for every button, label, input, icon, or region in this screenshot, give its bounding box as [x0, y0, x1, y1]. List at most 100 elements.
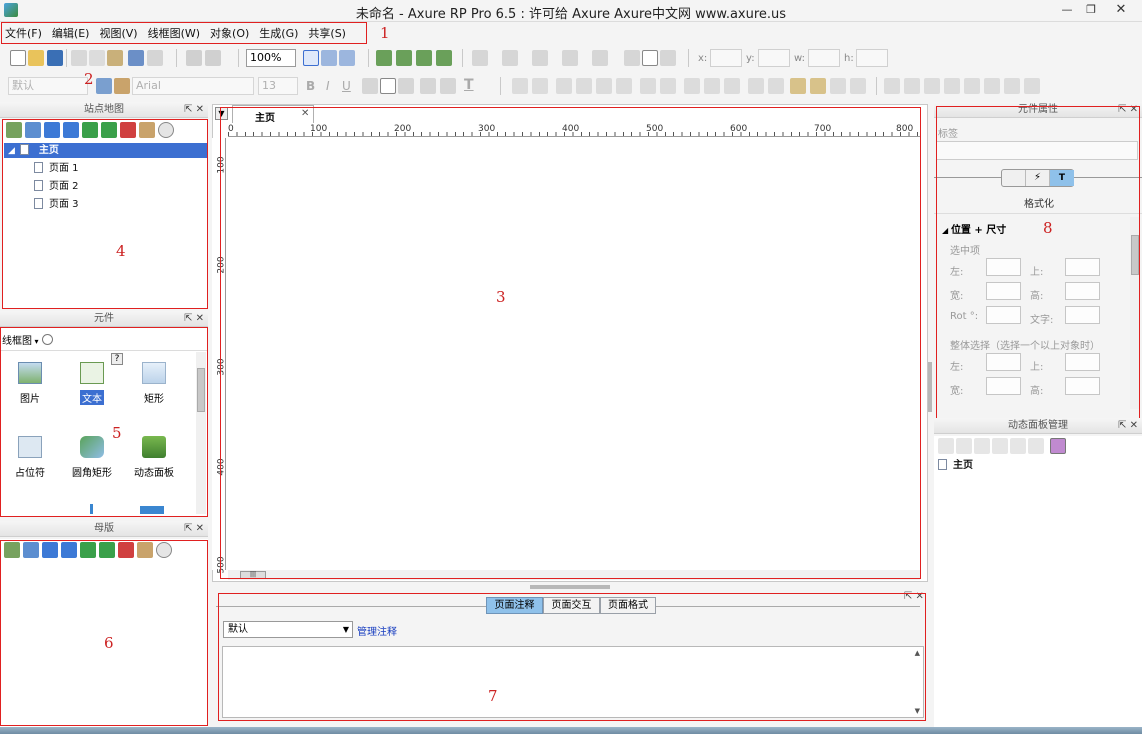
scroll-up-icon[interactable]: ▲ [915, 649, 920, 657]
panel-filter-icon[interactable] [1050, 438, 1066, 454]
paste-icon[interactable] [107, 50, 123, 66]
widget-dynamic-panel[interactable]: 动态面板 [129, 436, 179, 479]
sitemap-page-item[interactable]: 页面 3 [34, 197, 79, 212]
arrange-icon[interactable] [512, 78, 528, 94]
widgets-scrollbar[interactable] [196, 352, 206, 514]
move-down-icon[interactable] [61, 542, 77, 558]
menu-wireframe[interactable]: 线框图(W) [143, 22, 205, 41]
line-width-icon[interactable] [532, 50, 548, 66]
line-style-icon[interactable] [562, 50, 578, 66]
add-state-icon[interactable] [938, 438, 954, 454]
tab-page-interactions[interactable]: 页面交互 [543, 597, 600, 614]
scroll-thumb[interactable] [197, 368, 205, 412]
splitter-handle[interactable] [530, 585, 610, 589]
format-painter-icon[interactable] [114, 78, 130, 94]
fill-color-icon[interactable] [472, 50, 488, 66]
properties-scrollbar[interactable] [1130, 217, 1140, 409]
new-file-icon[interactable] [10, 50, 26, 66]
align-objects-icon[interactable] [660, 78, 676, 94]
x-input[interactable] [710, 49, 742, 67]
select-mode-icon[interactable] [186, 50, 202, 66]
manage-notes-link[interactable]: 管理注释 [357, 623, 397, 638]
widget-rounded-rect[interactable]: 圆角矩形 [67, 436, 117, 479]
group-top-input[interactable] [1065, 353, 1100, 371]
hide-icon[interactable] [830, 78, 846, 94]
sitemap-page-item[interactable]: 页面 2 [34, 179, 79, 194]
outdent-icon[interactable] [99, 542, 115, 558]
align-objects-icon[interactable] [724, 78, 740, 94]
style-dropdown[interactable]: 默认 [8, 77, 88, 95]
pointer-tool-icon[interactable] [303, 50, 319, 66]
group-icon[interactable] [416, 50, 432, 66]
position-size-section-header[interactable]: ◢ 位置 + 尺寸 [942, 221, 1006, 236]
align-objects-icon[interactable] [748, 78, 764, 94]
group-width-input[interactable] [986, 377, 1021, 395]
widget-search-icon[interactable] [42, 334, 53, 345]
notes-text-area[interactable]: ▲ ▼ [222, 646, 924, 718]
widget-text[interactable]: 文本 [67, 362, 117, 405]
widget-library-dropdown[interactable]: 线框图 ▾ [2, 332, 39, 347]
panel-pin-close-icon[interactable]: ⇱ ✕ [184, 521, 204, 536]
duplicate-state-icon[interactable] [956, 438, 972, 454]
menu-view[interactable]: 视图(V) [94, 22, 142, 41]
hscroll-thumb[interactable]: ||| [240, 571, 266, 579]
arrow-style-icon[interactable] [592, 50, 608, 66]
panel-pin-close-icon[interactable]: ⇱ ✕ [184, 311, 204, 326]
align-objects-icon[interactable] [556, 78, 572, 94]
label-input[interactable] [936, 141, 1138, 160]
add-master-icon[interactable] [4, 542, 20, 558]
cut-icon[interactable] [71, 50, 87, 66]
add-folder-icon[interactable] [23, 542, 39, 558]
align-right-icon[interactable] [398, 78, 414, 94]
delete-page-icon[interactable] [120, 122, 136, 138]
left-input[interactable] [986, 258, 1021, 276]
y-input[interactable] [758, 49, 790, 67]
canvas-area[interactable] [212, 104, 928, 582]
bring-forward-icon[interactable] [376, 50, 392, 66]
group-left-input[interactable] [986, 353, 1021, 371]
connector-tool-icon[interactable] [339, 50, 355, 66]
move-down-icon[interactable] [992, 438, 1008, 454]
size-icon[interactable] [1024, 78, 1040, 94]
align-objects-icon[interactable] [596, 78, 612, 94]
align-objects-icon[interactable] [704, 78, 720, 94]
size-icon[interactable] [1004, 78, 1020, 94]
merge-icon[interactable] [964, 78, 980, 94]
menu-object[interactable]: 对象(O) [205, 22, 254, 41]
sitemap-root-item[interactable]: ◢ 主页 [4, 143, 208, 158]
add-page-icon[interactable] [6, 122, 22, 138]
table-col-icon[interactable] [924, 78, 940, 94]
rename-icon[interactable] [139, 122, 155, 138]
edit-state-icon[interactable] [1028, 438, 1044, 454]
bullet-icon[interactable] [420, 78, 436, 94]
bold-button[interactable]: B [306, 79, 315, 93]
distribute-icon[interactable] [532, 78, 548, 94]
menu-edit[interactable]: 编辑(E) [47, 22, 95, 41]
align-left-icon[interactable] [362, 78, 378, 94]
dynamic-panel-root-item[interactable]: 主页 [938, 458, 973, 473]
page-menu-dropdown-icon[interactable]: ▼ [215, 107, 228, 120]
panel-pin-close-icon[interactable]: ⇱ ✕ [904, 591, 924, 602]
underline-button[interactable]: U [342, 79, 351, 93]
align-objects-icon[interactable] [576, 78, 592, 94]
rotation-input[interactable] [986, 306, 1021, 324]
more-widget-icon[interactable] [90, 504, 93, 514]
widget-image[interactable]: 图片 [5, 362, 55, 405]
copy-icon[interactable] [89, 50, 105, 66]
interactions-tab-icon[interactable]: ⚡ [1026, 170, 1050, 186]
tab-home[interactable]: 主页 ✕ [232, 105, 314, 124]
move-down-icon[interactable] [63, 122, 79, 138]
align-center-icon[interactable] [380, 78, 396, 94]
table-row-icon[interactable] [904, 78, 920, 94]
undo-icon[interactable] [128, 50, 144, 66]
top-input[interactable] [1065, 258, 1100, 276]
tab-page-notes[interactable]: 页面注释 [486, 597, 543, 614]
show-icon[interactable] [850, 78, 866, 94]
save-icon[interactable] [47, 50, 63, 66]
collapse-triangle-icon[interactable]: ◢ [8, 146, 15, 156]
align-objects-icon[interactable] [684, 78, 700, 94]
text-rotation-input[interactable] [1065, 306, 1100, 324]
add-child-page-icon[interactable] [25, 122, 41, 138]
text-color-button[interactable]: T [464, 77, 474, 93]
table-cell-icon[interactable] [944, 78, 960, 94]
